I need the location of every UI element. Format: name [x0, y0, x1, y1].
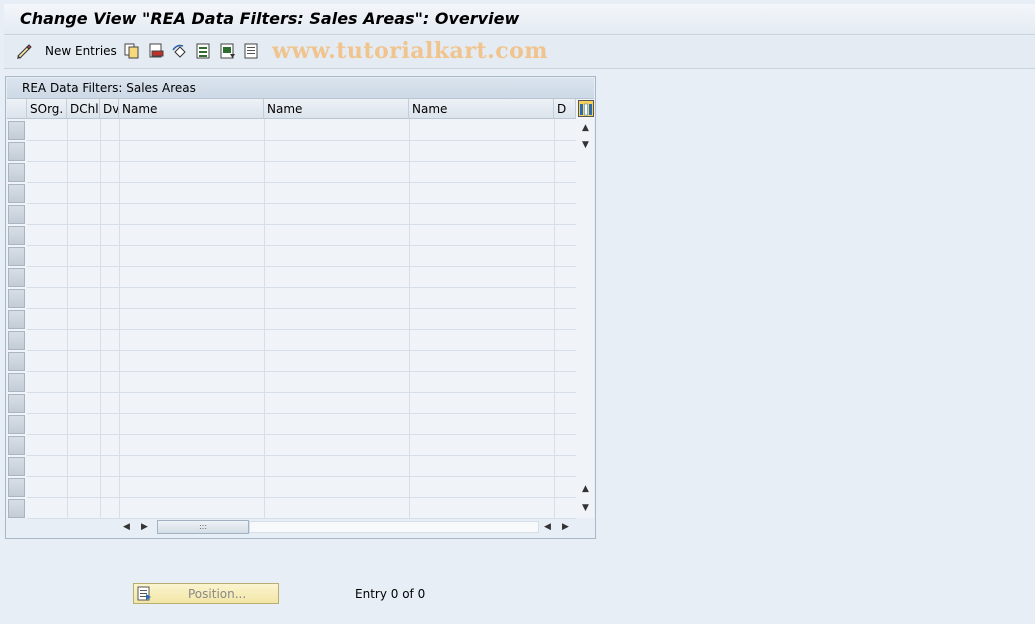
table-title-bar: REA Data Filters: Sales Areas	[7, 78, 594, 99]
new-entries-button[interactable]: New Entries	[45, 44, 117, 58]
deselect-all-icon[interactable]	[244, 43, 260, 59]
table-row	[27, 371, 576, 372]
table-row	[27, 287, 576, 288]
scroll-left-page-icon[interactable]: ◀	[544, 522, 551, 532]
page-up-icon[interactable]: ▼	[582, 140, 589, 150]
column-divider	[67, 119, 68, 518]
column-header-division[interactable]: Dv	[100, 99, 119, 119]
row-selector[interactable]	[8, 352, 25, 371]
column-header-d[interactable]: D	[554, 99, 576, 119]
table-row	[27, 434, 576, 435]
row-selector[interactable]	[8, 436, 25, 455]
delete-icon[interactable]	[148, 43, 164, 59]
table-row	[27, 308, 576, 309]
row-selector[interactable]	[8, 373, 25, 392]
select-block-icon[interactable]	[220, 43, 236, 59]
table-row	[27, 224, 576, 225]
undo-icon[interactable]	[172, 43, 188, 59]
scroll-down-icon[interactable]: ▼	[582, 503, 589, 513]
row-selector[interactable]	[8, 478, 25, 497]
row-selector[interactable]	[8, 310, 25, 329]
table-row	[27, 266, 576, 267]
watermark-text: www.tutorialkart.com	[272, 38, 549, 64]
column-header-name-2[interactable]: Name	[264, 99, 409, 119]
row-selector[interactable]	[8, 415, 25, 434]
position-button[interactable]: Position...	[133, 583, 279, 604]
table-title: REA Data Filters: Sales Areas	[22, 81, 196, 95]
column-divider	[409, 119, 410, 518]
scroll-right-icon[interactable]: ▶	[562, 522, 569, 532]
column-divider	[264, 119, 265, 518]
column-header-sales-org[interactable]: SOrg.	[27, 99, 67, 119]
position-button-label: Position...	[188, 587, 247, 601]
entry-counter: Entry 0 of 0	[355, 587, 426, 601]
row-selector[interactable]	[8, 226, 25, 245]
table-row	[27, 329, 576, 330]
table-row	[27, 245, 576, 246]
column-header-distribution-channel[interactable]: DChl	[67, 99, 100, 119]
page-down-up-icon[interactable]: ▲	[582, 484, 589, 494]
row-selector[interactable]	[8, 142, 25, 161]
row-selector[interactable]	[8, 268, 25, 287]
table-row	[27, 413, 576, 414]
row-selector[interactable]	[8, 163, 25, 182]
row-selector[interactable]	[8, 499, 25, 518]
column-divider	[554, 119, 555, 518]
row-selector[interactable]	[8, 121, 25, 140]
table-panel: REA Data Filters: Sales Areas SOrg. DChl…	[5, 76, 596, 539]
row-selector[interactable]	[8, 184, 25, 203]
table-row	[27, 392, 576, 393]
edit-pencil-icon[interactable]	[16, 43, 32, 59]
scroll-left-icon[interactable]: ◀	[123, 522, 130, 532]
title-bar: Change View "REA Data Filters: Sales Are…	[4, 4, 1035, 35]
table-row	[27, 203, 576, 204]
position-icon	[137, 586, 151, 601]
row-selector[interactable]	[8, 289, 25, 308]
column-divider	[100, 119, 101, 518]
row-selector[interactable]	[8, 247, 25, 266]
scroll-right-step-icon[interactable]: ▶	[141, 522, 148, 532]
table-row	[27, 476, 576, 477]
table-row	[27, 161, 576, 162]
table-row	[27, 350, 576, 351]
row-selector[interactable]	[8, 331, 25, 350]
table-row	[27, 140, 576, 141]
row-selector[interactable]	[8, 457, 25, 476]
select-all-icon[interactable]	[196, 43, 212, 59]
select-all-rows-corner[interactable]	[7, 99, 27, 119]
table-settings-icon[interactable]	[578, 100, 594, 117]
column-header-name-1[interactable]: Name	[119, 99, 264, 119]
horizontal-scrollbar[interactable]: ◀ ▶ ::: ◀ ▶	[119, 519, 575, 535]
application-toolbar: New Entries www.tutorialkart.com	[4, 36, 1035, 69]
column-divider	[119, 119, 120, 518]
copy-icon[interactable]	[124, 43, 140, 59]
page-title: Change View "REA Data Filters: Sales Are…	[20, 9, 520, 28]
table-row	[27, 497, 576, 498]
row-selector[interactable]	[8, 394, 25, 413]
scroll-up-icon[interactable]: ▲	[582, 123, 589, 133]
table-control: SOrg. DChl Dv Name Name Name D ▲ ▼ ▲ ▼	[7, 99, 594, 519]
column-header-name-3[interactable]: Name	[409, 99, 554, 119]
horizontal-scroll-thumb[interactable]: :::	[157, 520, 249, 534]
vertical-scrollbar[interactable]: ▲ ▼ ▲ ▼	[578, 120, 594, 518]
table-row	[27, 455, 576, 456]
horizontal-scroll-track[interactable]	[249, 521, 539, 533]
table-row	[27, 182, 576, 183]
row-selector[interactable]	[8, 205, 25, 224]
